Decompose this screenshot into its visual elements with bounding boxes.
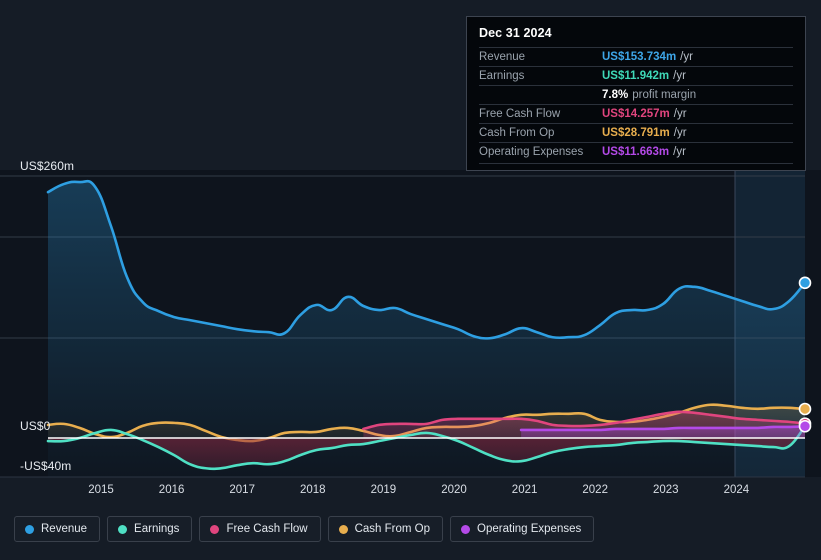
legend-color-dot-icon — [25, 524, 34, 534]
tooltip-row: Cash From Op US$28.791m/yr — [479, 123, 793, 142]
tooltip-row-label: Free Cash Flow — [479, 108, 561, 120]
tooltip-row: Free Cash Flow US$14.257m/yr — [479, 104, 793, 123]
tooltip-row: Revenue US$153.734m/yr — [479, 47, 793, 66]
x-axis-tick-2018: 2018 — [300, 484, 326, 496]
tooltip-row-value: US$14.257m — [602, 108, 670, 120]
legend-item-revenue[interactable]: Revenue — [14, 516, 101, 542]
tooltip-row-value-group: US$11.942m/yr — [602, 70, 686, 82]
legend-color-dot-icon — [338, 524, 348, 534]
tooltip-row-label: Cash From Op — [479, 127, 555, 139]
legend-item-operating-expenses[interactable]: Operating Expenses — [450, 516, 595, 542]
tooltip-row-unit: /yr — [673, 127, 687, 139]
chart-legend[interactable]: Revenue Earnings Free Cash Flow Cash From O… — [14, 516, 595, 542]
tooltip-row-unit: /yr — [680, 51, 693, 63]
chart-tooltip: Dec 31 2024 Revenue US$153.734m/yr Earning… — [466, 16, 806, 171]
y-axis-label-bottom: -US$40m — [20, 459, 72, 473]
legend-item-label: Revenue — [41, 523, 88, 535]
tooltip-row: 7.8% profit margin — [479, 85, 793, 104]
tooltip-row-value-group: US$14.257m/yr — [602, 108, 687, 120]
tooltip-rows: Revenue US$153.734m/yr Earnings US$11.942m /… — [479, 47, 793, 161]
tooltip-row-value: US$28.791m — [602, 127, 670, 139]
tooltip-row-value-group: US$153.734m/yr — [602, 51, 693, 63]
tooltip-row: Operating Expenses US$11.663m/yr — [479, 142, 793, 161]
legend-color-dot-icon — [118, 524, 128, 534]
legend-item-label: Free Cash Flow — [226, 523, 308, 535]
legend-item-label: Earnings — [134, 523, 180, 535]
tooltip-bottom-rule — [479, 163, 793, 164]
tooltip-row: Earnings US$11.942m/yr — [479, 66, 793, 85]
tooltip-row-unit: /yr — [673, 70, 686, 82]
y-axis-label-top: US$260m — [20, 159, 75, 173]
financial-chart-widget: US$260m US$0 -US$40m 2015 2016 2017 2018 201… — [0, 0, 821, 560]
x-axis-tick-2023: 2023 — [653, 484, 679, 496]
endpoint-marker-cash-from-op[interactable] — [798, 402, 812, 416]
legend-color-dot-icon — [461, 524, 471, 534]
tooltip-date: Dec 31 2024 — [479, 26, 552, 40]
x-axis-tick-2020: 2020 — [441, 484, 467, 496]
endpoint-marker-operating-expenses[interactable] — [798, 419, 812, 433]
tooltip-row-label: Operating Expenses — [479, 146, 584, 158]
x-axis-tick-2017: 2017 — [229, 484, 255, 496]
endpoint-marker-revenue[interactable] — [798, 276, 812, 290]
tooltip-row-value-group: 7.8% profit margin — [602, 89, 696, 101]
tooltip-row-unit: /yr — [673, 108, 687, 120]
tooltip-row-value-group: US$28.791m/yr — [602, 127, 687, 139]
legend-item-label: Operating Expenses — [477, 523, 582, 535]
tooltip-row-value: US$153.734m — [602, 51, 677, 63]
legend-item-earnings[interactable]: Earnings — [107, 516, 193, 542]
x-axis-tick-2021: 2021 — [511, 484, 538, 496]
x-axis-tick-2024: 2024 — [723, 484, 750, 496]
tooltip-row-value: US$11.663m — [602, 146, 670, 158]
legend-item-cash-from-op[interactable]: Cash From Op — [327, 516, 444, 542]
x-axis-tick-2022: 2022 — [582, 484, 608, 496]
x-axis-tick-2015: 2015 — [88, 484, 114, 496]
y-axis-label-zero: US$0 — [20, 419, 51, 433]
tooltip-row-label: Revenue — [479, 51, 526, 63]
tooltip-profit-margin-label: profit margin — [632, 89, 697, 101]
tooltip-row-value-group: US$11.663m/yr — [602, 146, 686, 158]
x-axis-tick-2016: 2016 — [158, 484, 185, 496]
legend-item-label: Cash From Op — [354, 523, 431, 535]
tooltip-row-value: US$11.942m — [602, 70, 670, 82]
legend-item-free-cash-flow[interactable]: Free Cash Flow — [199, 516, 321, 542]
legend-color-dot-icon — [210, 524, 220, 534]
tooltip-row-label: Earnings — [479, 70, 525, 82]
x-axis-tick-2019: 2019 — [370, 484, 397, 496]
tooltip-row-unit: /yr — [673, 146, 686, 158]
tooltip-row-value: 7.8% — [602, 89, 629, 101]
